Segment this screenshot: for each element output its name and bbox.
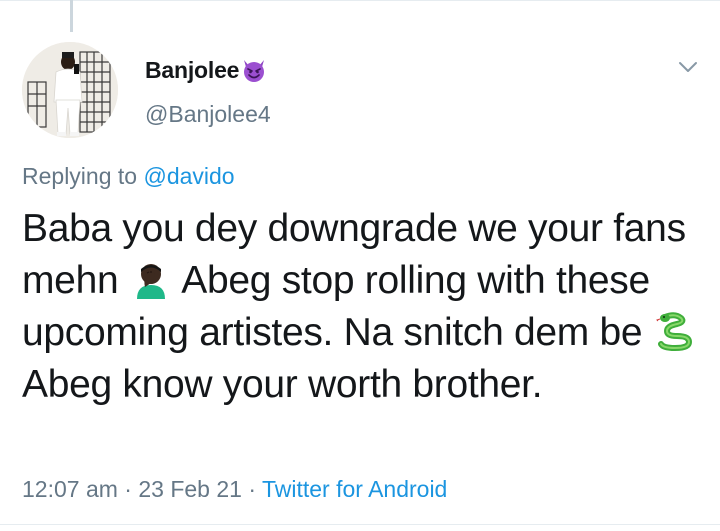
avatar[interactable] xyxy=(22,42,118,138)
user-handle[interactable]: @Banjolee4 xyxy=(145,101,271,128)
snake-emoji-icon xyxy=(655,311,695,352)
smiling-devil-emoji-icon xyxy=(241,57,267,83)
author-name-row[interactable]: Banjolee xyxy=(145,55,267,85)
facepalm-emoji-icon xyxy=(131,259,171,299)
thread-connector-line xyxy=(70,0,73,32)
bottom-divider xyxy=(0,524,720,525)
tweet-body: Baba you dey downgrade we your fans mehn… xyxy=(22,203,702,411)
top-divider xyxy=(0,0,720,1)
meta-separator: · xyxy=(117,476,139,502)
tweet-text-part-3: Abeg know your worth brother. xyxy=(22,363,543,406)
replying-label: Replying to xyxy=(22,163,144,189)
tweet-metadata: 12:07 am · 23 Feb 21 · Twitter for Andro… xyxy=(22,476,447,503)
tweet-source-link[interactable]: Twitter for Android xyxy=(262,476,447,502)
reply-mention-link[interactable]: @davido xyxy=(143,163,234,189)
meta-separator: · xyxy=(241,476,262,502)
display-name[interactable]: Banjolee xyxy=(145,57,239,84)
tweet-date[interactable]: 23 Feb 21 xyxy=(138,476,242,502)
replying-to-line: Replying to @davido xyxy=(22,163,235,190)
chevron-down-icon[interactable] xyxy=(676,58,700,76)
avatar-photo xyxy=(22,42,118,138)
tweet-time[interactable]: 12:07 am xyxy=(22,476,118,502)
